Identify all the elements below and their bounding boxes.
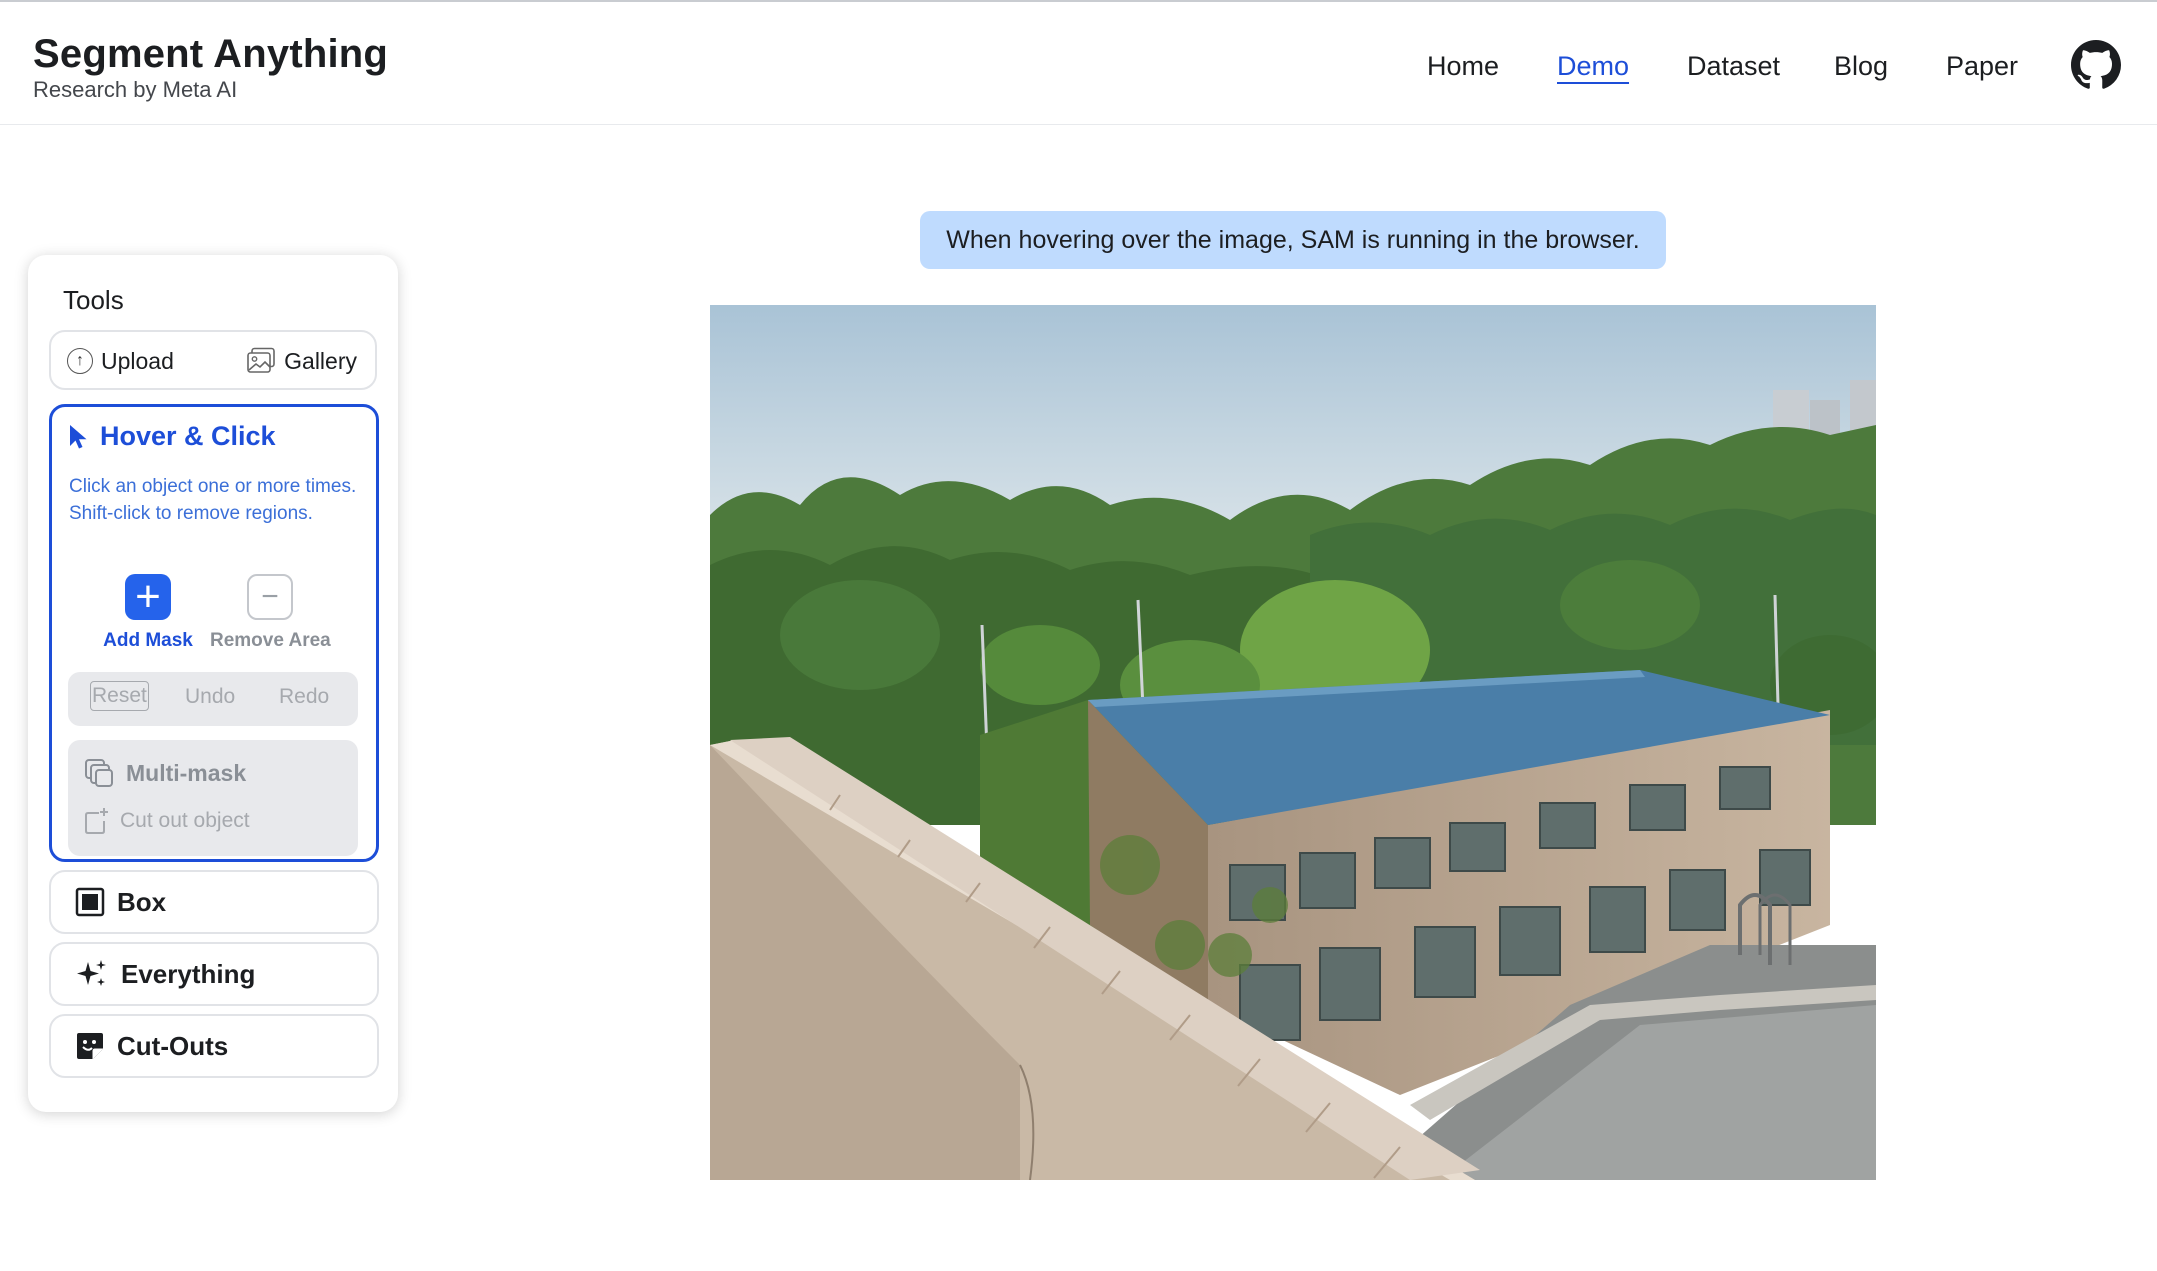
- upload-gallery-row: ↑ Upload Gallery: [49, 330, 377, 390]
- history-controls: Reset Undo Redo: [68, 672, 358, 726]
- status-banner: When hovering over the image, SAM is run…: [920, 211, 1666, 269]
- undo-button[interactable]: Undo: [185, 685, 235, 709]
- remove-area-button[interactable]: − Remove Area: [210, 574, 331, 652]
- github-icon[interactable]: [2071, 40, 2121, 90]
- building-photo: [710, 305, 1876, 1180]
- cutouts-label: Cut-Outs: [117, 1030, 229, 1061]
- gallery-button[interactable]: Gallery: [246, 345, 357, 377]
- multi-mask-icon: [85, 759, 113, 787]
- upload-icon: ↑: [67, 348, 93, 374]
- nav-home[interactable]: Home: [1427, 46, 1499, 86]
- add-mask-button[interactable]: + Add Mask: [88, 574, 208, 652]
- nav-demo[interactable]: Demo: [1557, 46, 1629, 86]
- upload-button[interactable]: ↑ Upload: [67, 345, 174, 377]
- nav-paper[interactable]: Paper: [1946, 46, 2018, 86]
- redo-button[interactable]: Redo: [279, 685, 329, 709]
- box-icon: [75, 887, 105, 917]
- box-tool[interactable]: Box: [49, 870, 379, 934]
- everything-tool[interactable]: Everything: [49, 942, 379, 1006]
- cursor-pointer-icon: [70, 424, 87, 448]
- minus-icon: −: [247, 574, 293, 620]
- image-canvas[interactable]: [710, 305, 1876, 1180]
- cut-out-icon: [85, 808, 108, 834]
- everything-label: Everything: [121, 958, 256, 989]
- cut-out-label: Cut out object: [120, 809, 250, 832]
- box-label: Box: [117, 886, 167, 917]
- add-mask-label: Add Mask: [103, 630, 193, 651]
- sticker-icon: [77, 1033, 103, 1059]
- brand[interactable]: Segment Anything Research by Meta AI: [33, 30, 388, 103]
- brand-title[interactable]: Segment Anything: [33, 30, 388, 78]
- multi-mask-toggle[interactable]: Multi-mask: [84, 758, 246, 788]
- cutouts-tool[interactable]: Cut-Outs: [49, 1014, 379, 1078]
- hover-click-description: Click an object one or more times. Shift…: [69, 476, 357, 524]
- multi-mask-label: Multi-mask: [126, 759, 247, 786]
- gallery-icon: [247, 347, 275, 373]
- tools-title: Tools: [63, 285, 124, 315]
- brand-subtitle: Research by Meta AI: [33, 77, 238, 102]
- plus-icon: +: [125, 574, 171, 620]
- hover-click-tool[interactable]: Hover & Click Click an object one or mor…: [49, 404, 379, 862]
- gallery-label: Gallery: [284, 347, 357, 374]
- upload-label: Upload: [101, 347, 174, 374]
- cut-out-object-button[interactable]: Cut out object: [84, 807, 250, 835]
- multimask-options: Multi-mask Cut out object: [68, 740, 358, 856]
- reset-button[interactable]: Reset: [90, 681, 149, 711]
- remove-area-label: Remove Area: [210, 630, 331, 651]
- nav-blog[interactable]: Blog: [1834, 46, 1888, 86]
- tools-panel: Tools ↑ Upload Gallery Hover & Click Cli…: [28, 255, 398, 1112]
- sparkles-icon: [77, 960, 106, 986]
- nav-dataset[interactable]: Dataset: [1687, 46, 1780, 86]
- hover-click-title: Hover & Click: [100, 421, 276, 451]
- site-header: Segment Anything Research by Meta AI Hom…: [0, 2, 2157, 125]
